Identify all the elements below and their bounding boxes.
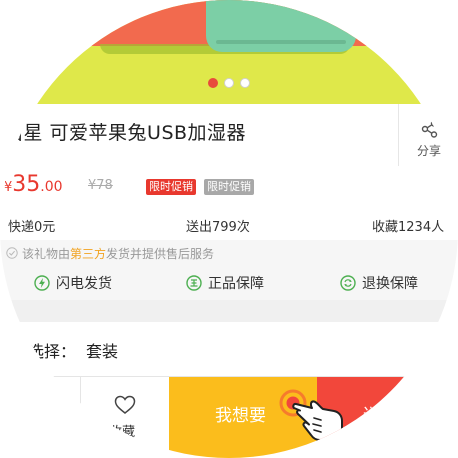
price-decimal: .00 [40, 179, 63, 195]
heart-icon [114, 395, 136, 414]
guarantee-row: 闪电发货 正品保障 退换保障 [0, 266, 458, 300]
service-notice: 该礼物由第三方发货并提供售后服务 [0, 240, 458, 266]
product-image-carousel[interactable] [0, 0, 458, 104]
service-prefix: 该礼物由 [22, 247, 71, 261]
section-divider [0, 300, 458, 322]
spec-label: 选择： [28, 342, 77, 361]
price-row: ¥35.00 ¥78 限时促销 限时促销 [0, 170, 458, 202]
action-bar: 收藏 我想要 送 [0, 376, 458, 458]
price-integer: 35 [12, 172, 41, 197]
want-label: 我想要 [215, 406, 266, 426]
lightning-icon [34, 275, 50, 291]
current-price: ¥35.00 [4, 172, 63, 197]
share-icon [421, 120, 438, 138]
carousel-indicator [0, 78, 458, 88]
carousel-dot-3[interactable] [240, 78, 250, 88]
spec-value: 套装 [86, 342, 119, 361]
pointing-hand-icon [292, 400, 343, 441]
favorite-count: 收藏1234人 [372, 220, 445, 235]
shipping-fee: 快递0元 [8, 220, 56, 235]
guarantee-label: 正品保障 [208, 276, 264, 292]
stats-row: 快递0元 送出799次 收藏1234人 [0, 210, 458, 240]
app-screen: 由星 可爱苹果兔USB加湿器 分享 ¥35.00 ¥78 限时促销 限时促销 快… [0, 0, 458, 458]
return-icon [340, 275, 356, 291]
guarantee-label: 退换保障 [362, 276, 418, 292]
promo-tag: 限时促销 [146, 179, 196, 195]
share-button[interactable]: 分享 [398, 104, 458, 166]
genuine-icon [186, 275, 202, 291]
sold-count: 送出799次 [186, 220, 250, 235]
service-notice-text: 该礼物由第三方发货并提供售后服务 [22, 245, 214, 262]
guarantee-genuine: 正品保障 [186, 271, 264, 295]
check-circle-icon [6, 247, 18, 259]
guarantee-returns: 退换保障 [340, 271, 418, 295]
share-label: 分享 [417, 144, 442, 158]
guarantee-label: 闪电发货 [56, 276, 112, 292]
spec-selector[interactable]: 选择： 套装 [0, 322, 458, 374]
carousel-dot-2[interactable] [224, 78, 234, 88]
favorite-button[interactable]: 收藏 [80, 377, 170, 458]
carousel-dot-1[interactable] [208, 78, 218, 88]
service-suffix: 发货并提供售后服务 [106, 247, 215, 261]
product-title: 由星 可爱苹果兔USB加湿器 [4, 122, 247, 144]
gift-label: 送 [363, 406, 380, 426]
spec-text: 选择： 套装 [28, 338, 118, 362]
service-highlight: 第三方 [70, 247, 107, 261]
guarantee-fast-shipping: 闪电发货 [34, 271, 112, 295]
promo-tag-inactive: 限时促销 [204, 179, 254, 195]
product-photo [206, 0, 356, 52]
favorite-label: 收藏 [109, 425, 136, 440]
product-title-row: 由星 可爱苹果兔USB加湿器 分享 [0, 104, 458, 166]
original-price: ¥78 [88, 178, 113, 193]
